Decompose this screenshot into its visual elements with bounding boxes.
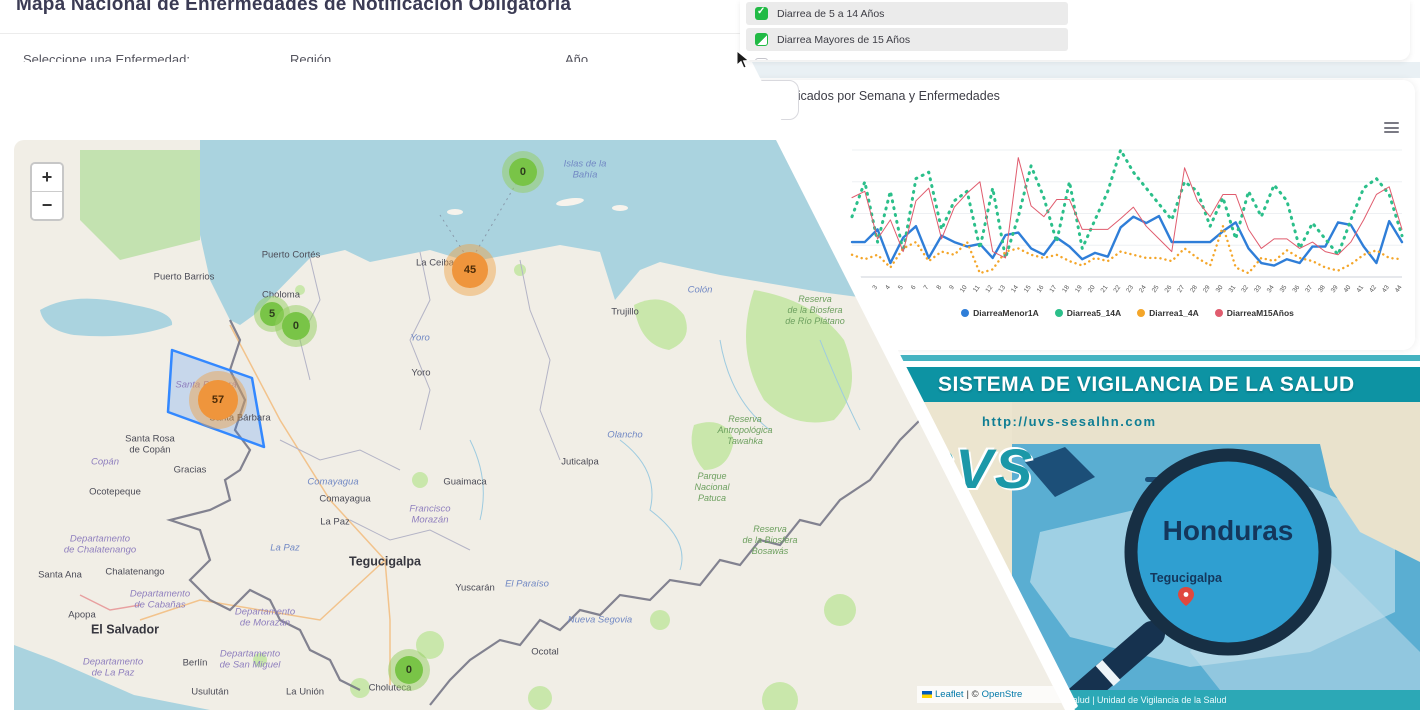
legend-item[interactable]: Diarrea5_14A	[1055, 308, 1121, 318]
x-tick-label: 23	[1125, 284, 1135, 294]
x-tick-label: 11	[972, 284, 982, 294]
x-tick-label: 44	[1394, 284, 1404, 294]
banner-capital-label: Tegucigalpa	[1150, 571, 1223, 585]
dashboard: Mapa Nacional de Enfermedades de Notific…	[0, 0, 1420, 710]
dropdown-item-label: Parálisis Flácida Menores de 15 Años	[777, 59, 953, 61]
x-tick-label: 36	[1291, 284, 1301, 294]
cluster-marker[interactable]: 45	[444, 244, 496, 296]
x-tick-label: 18	[1061, 284, 1071, 294]
magnifier-lens	[1131, 455, 1325, 649]
x-tick-label: 43	[1381, 284, 1391, 294]
dropdown-item[interactable]: Diarrea de 5 a 14 Años	[746, 2, 1068, 25]
legend-label: Diarrea5_14A	[1067, 308, 1121, 318]
x-tick-label: 34	[1266, 284, 1276, 294]
x-tick-label: 33	[1253, 284, 1263, 294]
x-tick-label: 26	[1164, 284, 1174, 294]
legend-dot-icon	[1215, 309, 1223, 317]
disease-multiselect-dropdown: Diarrea de 5 a 14 Años Diarrea Mayores d…	[740, 0, 1410, 60]
legend-dot-icon	[961, 309, 969, 317]
zoom-in-button[interactable]: +	[32, 164, 62, 192]
legend-item[interactable]: DiarreaM15Años	[1215, 308, 1294, 318]
x-tick-label: 20	[1087, 284, 1097, 294]
mouse-cursor-icon	[736, 50, 750, 70]
x-tick-label: 38	[1317, 284, 1327, 294]
x-tick-label: 14	[1010, 284, 1020, 294]
banner-top-strip	[890, 355, 1420, 361]
page-title: Mapa Nacional de Enfermedades de Notific…	[16, 0, 571, 16]
x-tick-label: 24	[1138, 284, 1148, 294]
x-tick-label: 29	[1202, 284, 1212, 294]
attribution-divider: | ©	[967, 689, 979, 700]
x-tick-label: 16	[1036, 284, 1046, 294]
cluster-marker[interactable]: 0	[388, 649, 430, 691]
cluster-marker[interactable]: 0	[275, 305, 317, 347]
banner-header: SISTEMA DE VIGILANCIA DE LA SALUD	[890, 367, 1420, 402]
x-tick-label: 31	[1227, 284, 1237, 294]
x-tick-label: 7	[923, 284, 931, 291]
x-tick-label: 25	[1151, 284, 1161, 294]
legend-label: Diarrea1_4A	[1149, 308, 1199, 318]
x-tick-label: 19	[1074, 284, 1084, 294]
map-attribution: Leaflet | © OpenStre	[917, 686, 1067, 703]
legend-dot-icon	[1055, 309, 1063, 317]
legend-item[interactable]: DiarreaMenor1A	[961, 308, 1039, 318]
map-zoom-control[interactable]: + −	[30, 162, 64, 221]
series-Diarrea5_14A	[852, 150, 1402, 258]
legend-item[interactable]: Diarrea1_4A	[1137, 308, 1199, 318]
x-tick-label: 5	[897, 284, 905, 291]
dropdown-item-label: Diarrea Mayores de 15 Años	[777, 34, 910, 46]
zoom-out-button[interactable]: −	[32, 192, 62, 219]
cluster-count: 0	[509, 158, 538, 187]
x-tick-label: 21	[1100, 284, 1110, 294]
dropdown-item[interactable]: Parálisis Flácida Menores de 15 Años	[746, 53, 1068, 60]
checkbox-checked-icon[interactable]	[755, 7, 768, 20]
x-tick-label: 9	[948, 284, 956, 291]
x-tick-label: 35	[1279, 284, 1289, 294]
cluster-count: 0	[395, 656, 424, 685]
checkbox-partial-icon[interactable]	[755, 33, 768, 46]
x-tick-label: 15	[1023, 284, 1033, 294]
dropdown-item-label: Diarrea de 5 a 14 Años	[777, 8, 884, 20]
x-tick-label: 4	[884, 284, 892, 291]
x-tick-label: 17	[1048, 284, 1058, 294]
x-tick-label: 32	[1240, 284, 1250, 294]
x-tick-label: 41	[1355, 284, 1365, 294]
x-tick-label: 22	[1112, 284, 1122, 294]
cluster-count: 0	[282, 312, 311, 341]
x-tick-label: 13	[997, 284, 1007, 294]
x-tick-label: 3	[871, 284, 879, 291]
checkbox-unchecked-icon[interactable]	[755, 58, 768, 60]
x-tick-label: 12	[984, 284, 994, 294]
x-tick-label: 37	[1304, 284, 1314, 294]
legend-label: DiarreaMenor1A	[973, 308, 1039, 318]
x-tick-label: 8	[935, 284, 943, 291]
x-tick-label: 40	[1343, 284, 1353, 294]
x-tick-label: 42	[1368, 284, 1378, 294]
flag-icon	[922, 691, 932, 698]
background-band	[742, 62, 1420, 78]
cluster-marker[interactable]: 57	[189, 371, 247, 429]
x-tick-label: 27	[1176, 284, 1186, 294]
leaflet-link[interactable]: Leaflet	[935, 689, 964, 700]
x-tick-label: 39	[1330, 284, 1340, 294]
dropdown-item[interactable]: Diarrea Mayores de 15 Años	[746, 28, 1068, 51]
x-tick-label: 10	[959, 284, 969, 294]
banner-url: http://uvs-sesalhn.com	[982, 414, 1157, 429]
x-tick-label: 30	[1215, 284, 1225, 294]
osm-link[interactable]: OpenStre	[982, 689, 1023, 700]
x-tick-label: 6	[910, 284, 918, 291]
cluster-count: 45	[452, 252, 487, 287]
chart-legend: DiarreaMenor1A Diarrea5_14A Diarrea1_4A Dia…	[850, 308, 1405, 318]
x-tick-label: 28	[1189, 284, 1199, 294]
series-DiarreaM15Años	[852, 158, 1402, 258]
cluster-marker[interactable]: 0	[502, 151, 544, 193]
header-divider	[0, 33, 748, 34]
cluster-count: 57	[198, 380, 237, 419]
banner-country-label: Honduras	[1163, 515, 1294, 546]
legend-label: DiarreaM15Años	[1227, 308, 1294, 318]
legend-dot-icon	[1137, 309, 1145, 317]
